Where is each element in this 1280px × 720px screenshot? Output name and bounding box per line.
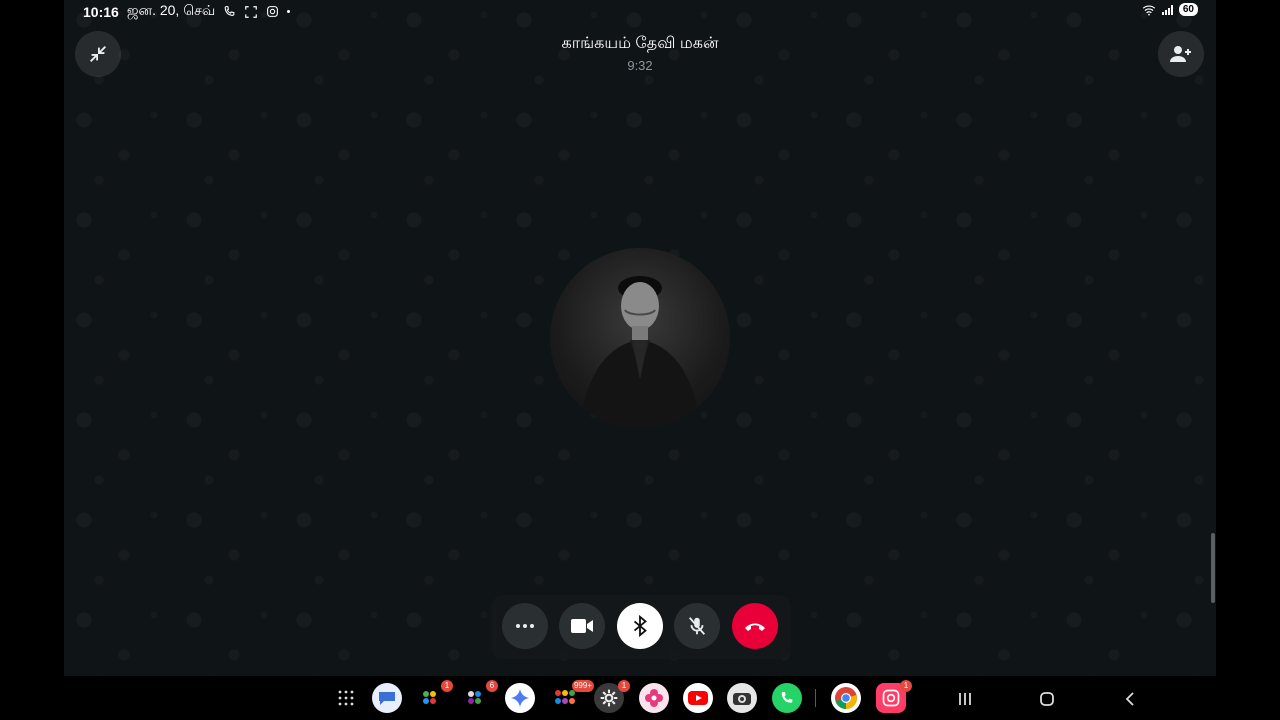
signal-icon — [1161, 4, 1173, 15]
more-options-button[interactable] — [502, 603, 548, 649]
app-instagram[interactable]: 1 — [876, 680, 912, 713]
gear-icon — [600, 689, 618, 707]
app-youtube[interactable] — [683, 683, 713, 713]
badge: 1 — [618, 680, 630, 692]
video-button[interactable] — [559, 603, 605, 649]
caller-name: காங்கயம் தேவி மகன் — [561, 35, 719, 52]
app-gallery[interactable] — [639, 683, 669, 713]
app-messages[interactable] — [372, 683, 402, 713]
dot-icon — [287, 10, 291, 13]
app-gemini[interactable] — [505, 683, 535, 713]
instagram-icon — [882, 689, 900, 707]
home-icon — [1040, 692, 1054, 706]
gallery-flower-icon — [645, 689, 663, 707]
instagram-icon — [267, 6, 279, 17]
status-time: 10:16 — [83, 3, 119, 20]
end-call-icon — [745, 623, 765, 631]
phone-icon — [224, 6, 235, 16]
app-camera[interactable] — [727, 683, 757, 713]
youtube-icon — [688, 691, 708, 705]
screenshot-icon — [245, 5, 258, 18]
dock-divider — [815, 689, 816, 707]
messages-icon — [379, 692, 395, 705]
badge: 6 — [486, 680, 498, 692]
gemini-icon — [511, 689, 529, 707]
home-button[interactable] — [1032, 684, 1062, 714]
call-duration: 9:32 — [627, 58, 653, 73]
apps-grid-icon — [338, 690, 354, 706]
wifi-icon — [1142, 4, 1156, 16]
back-button[interactable] — [1115, 684, 1145, 714]
status-bar: 10:16 ஜன. 20, செவ் 60 — [0, 0, 1280, 22]
badge: 999+ — [571, 680, 594, 692]
bluetooth-button[interactable] — [617, 603, 663, 649]
badge: 1 — [441, 680, 453, 692]
status-left: 10:16 ஜன. 20, செவ் — [83, 2, 291, 21]
badge: 1 — [900, 680, 912, 692]
mic-off-icon — [688, 617, 706, 635]
end-call-button[interactable] — [732, 603, 778, 649]
app-settings[interactable]: 1 — [594, 680, 630, 713]
caller-photo — [580, 276, 700, 428]
app-phone[interactable] — [772, 683, 802, 713]
status-date: ஜன. 20, செவ் — [126, 2, 216, 18]
more-icon — [516, 624, 534, 628]
phone-icon — [781, 692, 793, 703]
recents-icon — [959, 693, 971, 705]
bluetooth-icon — [633, 615, 647, 637]
camera-icon — [733, 693, 751, 705]
app-folder-1[interactable]: 1 — [417, 680, 453, 713]
battery-icon: 60 — [1178, 3, 1198, 16]
app-folder-3[interactable]: 999+ — [550, 680, 594, 713]
back-icon — [1125, 692, 1134, 706]
recents-button[interactable] — [950, 684, 980, 714]
app-folder-2[interactable]: 6 — [462, 680, 498, 713]
mute-button[interactable] — [674, 603, 720, 649]
status-right: 60 — [1142, 3, 1198, 16]
app-drawer-button[interactable] — [331, 683, 361, 713]
scrollbar[interactable] — [1211, 533, 1215, 603]
video-icon — [571, 619, 593, 633]
app-folder-icon — [423, 691, 436, 704]
app-chrome[interactable] — [831, 683, 861, 713]
app-folder-icon — [468, 691, 481, 704]
chrome-icon — [835, 687, 857, 709]
app-folder-icon — [555, 690, 575, 704]
caller-avatar — [550, 248, 730, 428]
